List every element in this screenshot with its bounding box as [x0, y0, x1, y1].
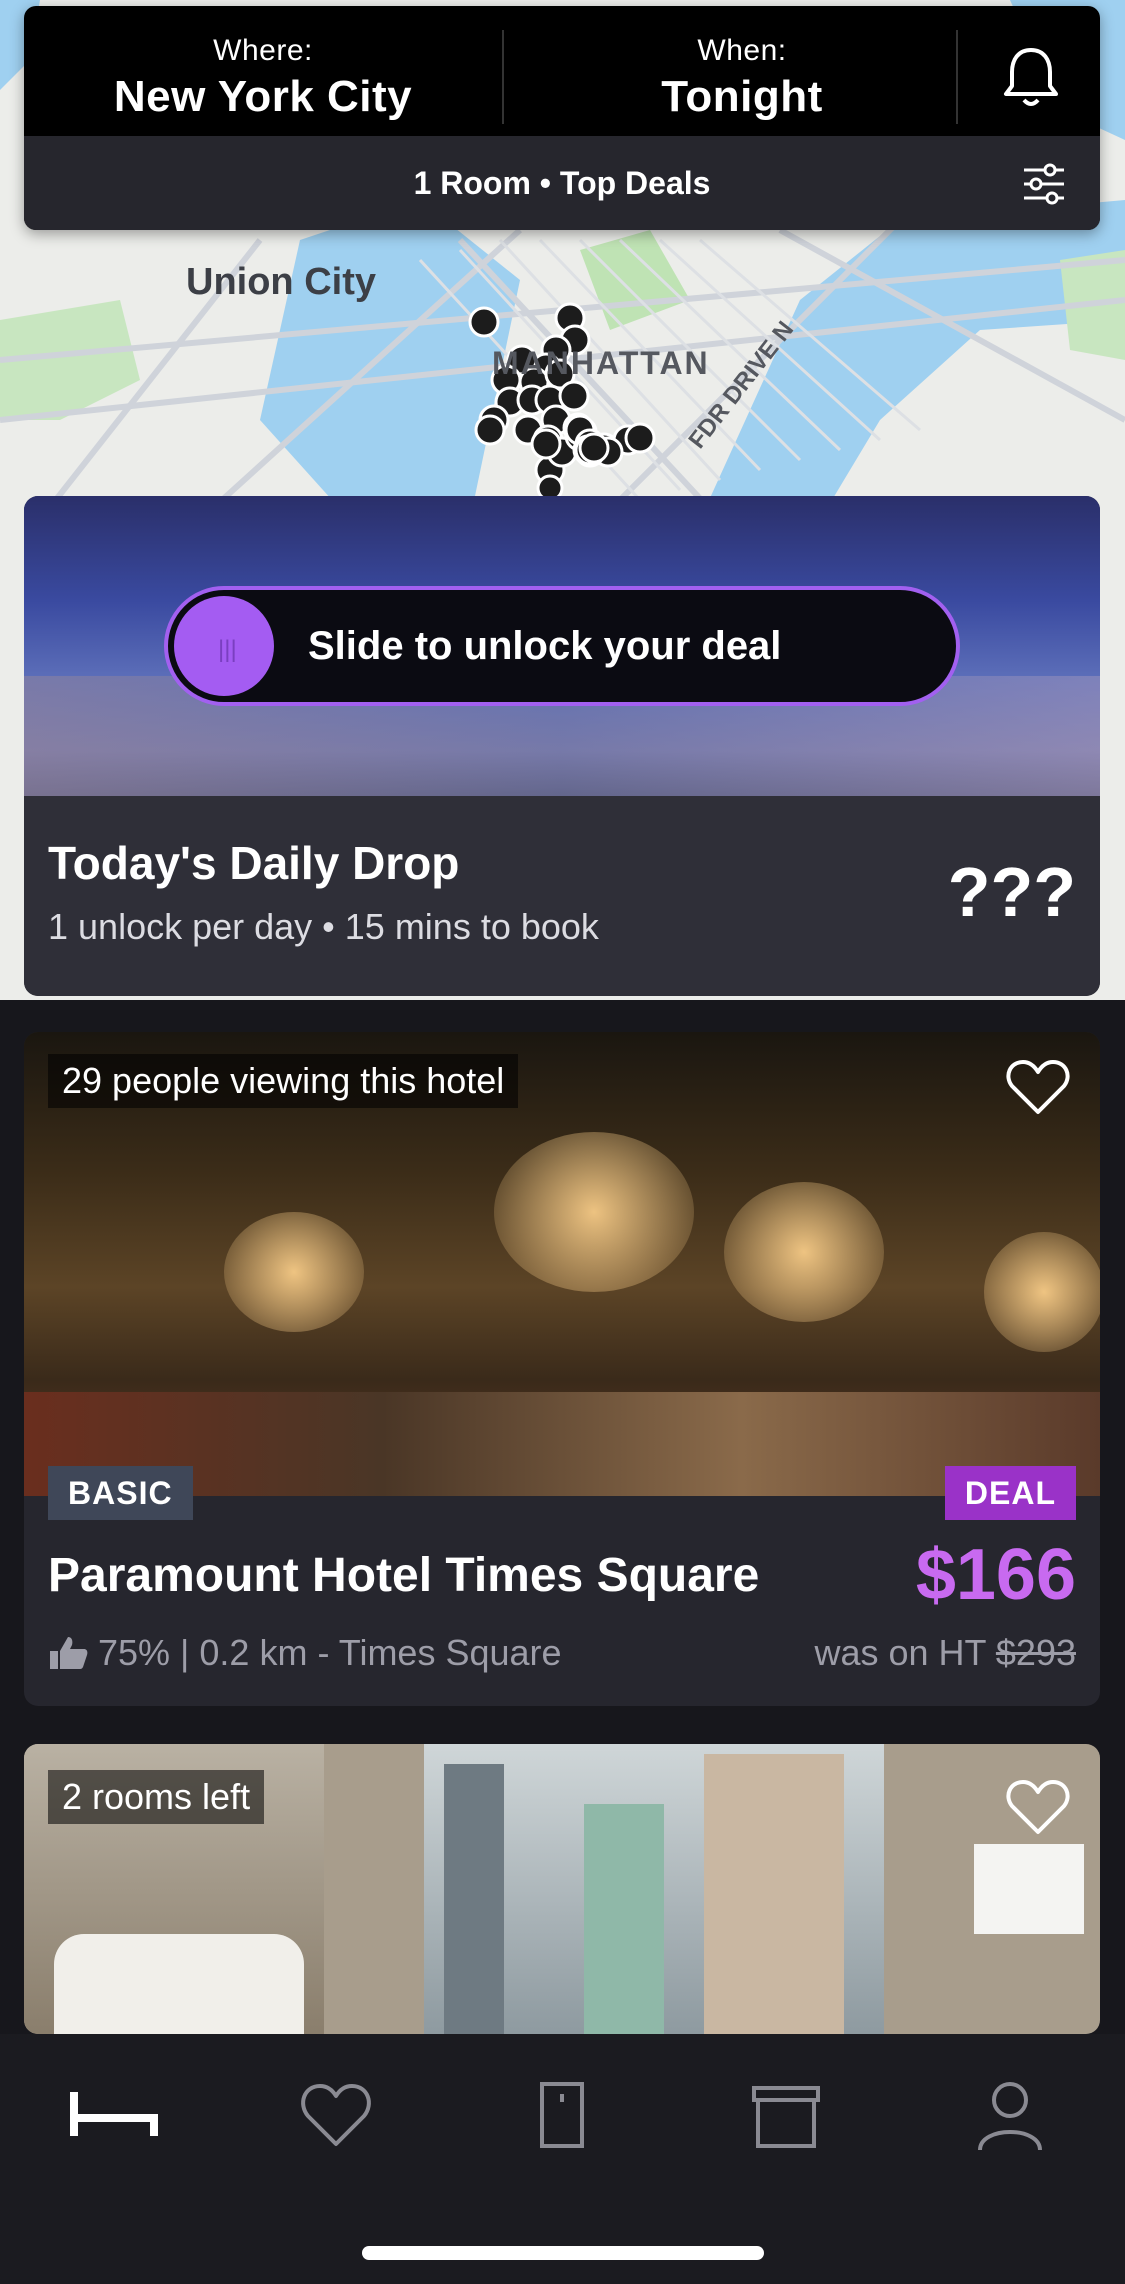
tab-rewards[interactable] — [736, 2074, 836, 2154]
hotel-card[interactable]: 2 rooms left — [24, 1744, 1100, 2034]
daily-drop-card[interactable]: ||| Slide to unlock your deal Today's Da… — [24, 496, 1100, 996]
rooms-left: 2 rooms left — [48, 1770, 265, 1824]
bookings-icon — [540, 2082, 584, 2148]
favorite-heart-icon[interactable] — [1006, 1778, 1070, 1841]
daily-drop-price: ??? — [947, 853, 1076, 931]
filter-bar[interactable]: 1 Room • Top Deals — [24, 136, 1100, 230]
bell-icon[interactable] — [996, 42, 1066, 112]
home-indicator[interactable] — [362, 2246, 764, 2260]
tab-favorites[interactable] — [286, 2074, 386, 2154]
hotel-card[interactable]: 29 people viewing this hotel BASIC DEAL … — [24, 1032, 1100, 1706]
when-value: Tonight — [661, 72, 823, 121]
profile-icon — [978, 2082, 1042, 2151]
was-price: was on HT $293 — [814, 1632, 1076, 1674]
search-header: Where: New York City When: Tonight 1 Roo… — [24, 6, 1100, 230]
thumbs-up-icon — [50, 1637, 88, 1669]
bed-icon — [70, 2092, 158, 2136]
slider-handle[interactable]: ||| — [174, 596, 274, 696]
slider-label: Slide to unlock your deal — [308, 624, 782, 668]
divider — [956, 30, 958, 124]
when-selector[interactable]: When: Tonight — [504, 6, 980, 136]
grip-icon: ||| — [218, 636, 237, 663]
rating-distance-text: 75% | 0.2 km - Times Square — [98, 1632, 562, 1673]
favorite-heart-icon[interactable] — [1006, 1058, 1070, 1121]
tier-badge: BASIC — [48, 1466, 193, 1520]
where-selector[interactable]: Where: New York City — [24, 6, 502, 136]
viewing-count: 29 people viewing this hotel — [48, 1054, 519, 1108]
where-label: Where: — [213, 34, 313, 67]
map-label-union-city: Union City — [186, 261, 376, 303]
tab-hotels[interactable] — [64, 2074, 164, 2154]
daily-drop-title: Today's Daily Drop — [48, 837, 460, 889]
gift-icon — [752, 2086, 820, 2148]
tab-profile[interactable] — [960, 2074, 1060, 2154]
deal-badge: DEAL — [944, 1466, 1076, 1520]
hotel-price: $166 — [915, 1535, 1076, 1615]
daily-drop-subtitle: 1 unlock per day • 15 mins to book — [48, 906, 599, 947]
map-label-manhattan: MANHATTAN — [492, 345, 710, 381]
was-price-value: $293 — [995, 1632, 1076, 1673]
hotel-name: Paramount Hotel Times Square — [48, 1549, 760, 1602]
daily-drop-info: Today's Daily Drop 1 unlock per day • 15… — [24, 796, 1100, 996]
tab-bookings[interactable] — [512, 2074, 612, 2154]
unlock-slider[interactable]: ||| Slide to unlock your deal — [164, 586, 960, 706]
heart-icon — [301, 2084, 371, 2146]
was-prefix: was on HT — [814, 1632, 986, 1673]
filter-sliders-icon[interactable] — [1022, 162, 1066, 206]
where-value: New York City — [113, 72, 413, 121]
filter-summary: 1 Room • Top Deals — [413, 165, 711, 201]
hotel-rating-distance: 75% | 0.2 km - Times Square — [48, 1632, 562, 1674]
when-label: When: — [697, 34, 787, 67]
